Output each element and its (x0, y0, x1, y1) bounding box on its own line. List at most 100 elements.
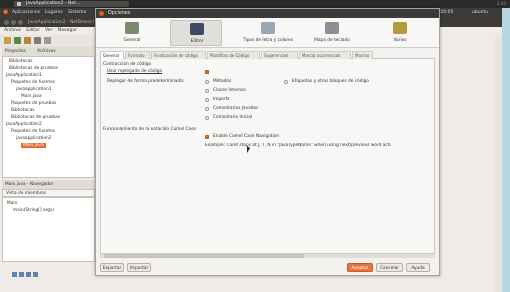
tree-node[interactable]: Bibliotecas de pruebas (9, 66, 58, 71)
dialog-title: Opciones (108, 11, 131, 16)
navigator-tab[interactable]: Main.java - Navegador (2, 180, 95, 189)
open-project-icon[interactable] (24, 37, 31, 44)
imports-checkbox[interactable] (205, 98, 209, 102)
menu-navegar[interactable]: Navegar (58, 28, 77, 33)
tab-formato[interactable]: Formato (125, 51, 150, 59)
menu-ver[interactable]: Ver (45, 28, 52, 33)
status-icon[interactable] (19, 272, 24, 277)
panel-menu-sistema[interactable]: Sistema (68, 10, 86, 15)
panel-menu-lugares[interactable]: Lugares (45, 10, 63, 15)
browser-tab[interactable]: JavaApplication2 - Net... (14, 1, 129, 7)
status-icon[interactable] (33, 272, 38, 277)
tree-node[interactable]: JavaApplication1 (6, 73, 42, 78)
camelcase-header: Funcionamiento de la notación Camel Case (103, 127, 197, 132)
import-button[interactable]: Importar (127, 263, 151, 272)
dialog-footer: Exportar Importar Aceptar Cancelar Ayuda (96, 260, 439, 275)
tree-node[interactable]: Bibliotecas (11, 108, 34, 113)
category-bar: General Editor Tipos de letra y colores … (96, 18, 439, 48)
editor-subtabs: General Formato Finalización de código P… (100, 51, 435, 59)
tab-archivos[interactable]: Archivos (37, 49, 55, 54)
category-fonts-colors[interactable]: Tipos de letra y colores (234, 20, 302, 46)
status-icon[interactable] (26, 272, 31, 277)
inner-classes-checkbox[interactable] (205, 89, 209, 93)
close-dialog-icon[interactable] (99, 11, 104, 16)
new-project-icon[interactable] (14, 37, 21, 44)
javadoc-checkbox[interactable] (205, 107, 209, 111)
tree-node[interactable]: Main.java (21, 94, 42, 99)
tree-node[interactable]: javaapplication1 (16, 87, 51, 92)
tree-node[interactable]: javaapplication2 (16, 136, 51, 141)
status-icons (0, 270, 95, 280)
tab-proyectos[interactable]: Proyectos (5, 49, 26, 54)
tab-favicon-icon (17, 2, 21, 6)
navigator-item[interactable]: main(String[] args) (13, 208, 54, 213)
tab-marcar-ocurrencias[interactable]: Marcar ocurrencias (299, 51, 351, 59)
desktop: ⬤ Aplicaciones Lugares Sistema ◢ ◀) lun … (0, 8, 502, 292)
collapse-label: Replegar de forma predeterminada: (107, 79, 185, 84)
tree-node-selected[interactable]: Main.java (21, 143, 46, 148)
folding-header: Contracción de código (103, 62, 152, 67)
tree-node[interactable]: Paquetes de fuentes (11, 129, 55, 134)
tree-node[interactable]: JavaApplication2 (6, 122, 42, 127)
camelcase-label: Enable Camel Case Navigation (213, 134, 280, 139)
close-window-button[interactable] (4, 20, 9, 25)
tab-sugerencias[interactable]: Sugerencias (261, 51, 298, 59)
scrollbar-thumb[interactable] (104, 254, 304, 258)
tab-finalizacion[interactable]: Finalización de código (151, 51, 206, 59)
tags-checkbox[interactable] (284, 80, 288, 84)
misc-icon (393, 22, 407, 34)
menu-editar[interactable]: Editar (26, 28, 39, 33)
inner-classes-label: Clases Internas (213, 88, 246, 93)
general-icon (125, 22, 139, 34)
export-button[interactable]: Exportar (100, 263, 124, 272)
keymap-icon (325, 22, 339, 34)
tree-node[interactable]: Bibliotecas de pruebas (11, 115, 60, 120)
navigator-filter-select[interactable]: Vista de miembros (2, 189, 95, 197)
project-tree: Bibliotecas Bibliotecas de pruebas JavaA… (2, 56, 95, 178)
methods-checkbox[interactable] (205, 80, 209, 84)
dialog-titlebar: Opciones (96, 9, 439, 18)
category-editor[interactable]: Editor (170, 20, 222, 46)
tab-macros[interactable]: Macros (352, 51, 373, 59)
imports-label: Imports (213, 97, 230, 102)
ubuntu-logo-icon[interactable]: ⬤ (3, 10, 8, 15)
panel-menu-aplicaciones[interactable]: Aplicaciones (12, 10, 40, 15)
maximize-window-button[interactable] (18, 20, 23, 25)
javadoc-label: Comentarios Javadoc (213, 106, 259, 111)
tree-node[interactable]: Paquetes de pruebas (11, 101, 56, 106)
initial-comment-label: Comentario Inicial (213, 115, 253, 120)
navigator-item[interactable]: Main (7, 201, 17, 206)
minimize-window-button[interactable] (11, 20, 16, 25)
screenshot: JavaApplication2 - Net... 2:43 ⬤ Aplicac… (0, 0, 510, 292)
tab-general[interactable]: General (100, 51, 124, 59)
camelcase-checkbox[interactable] (205, 135, 209, 139)
category-keymap[interactable]: Mapa de teclado (306, 20, 358, 46)
use-folding-label: Usar replegado de código (107, 69, 163, 74)
status-icon[interactable] (12, 272, 17, 277)
accept-button[interactable]: Aceptar (347, 263, 373, 272)
save-all-icon[interactable] (34, 37, 41, 44)
menu-archivo[interactable]: Archivo (4, 28, 21, 33)
project-tabs: Proyectos Archivos (2, 47, 95, 56)
options-dialog: Opciones General Editor Tipos de letra y… (95, 8, 440, 276)
mouse-cursor-icon (247, 146, 250, 153)
tree-node[interactable]: Paquetes de fuentes (11, 80, 55, 85)
editor-icon (190, 23, 204, 35)
methods-label: Métodos (213, 79, 232, 84)
new-file-icon[interactable] (4, 37, 11, 44)
panel-user[interactable]: ubuntu (472, 10, 488, 15)
camelcase-example: Example: Caret stops at J, T, N in "Java… (205, 143, 391, 148)
tab-plantillas[interactable]: Plantillas de Código (207, 51, 260, 59)
undo-icon[interactable] (44, 37, 51, 44)
cancel-button[interactable]: Cancelar (376, 263, 403, 272)
browser-tab-strip: JavaApplication2 - Net... 2:43 (0, 0, 510, 8)
initial-comment-checkbox[interactable] (205, 116, 209, 120)
fonts-colors-icon (261, 22, 275, 34)
tree-node[interactable]: Bibliotecas (9, 59, 32, 64)
editor-general-panel: Contracción de código Usar replegado de … (100, 59, 435, 254)
category-misc[interactable]: Varios (374, 20, 426, 46)
help-button[interactable]: Ayuda (406, 263, 430, 272)
use-folding-checkbox[interactable] (205, 70, 209, 74)
category-general[interactable]: General (106, 20, 158, 46)
browser-clock: 2:43 (497, 1, 506, 6)
